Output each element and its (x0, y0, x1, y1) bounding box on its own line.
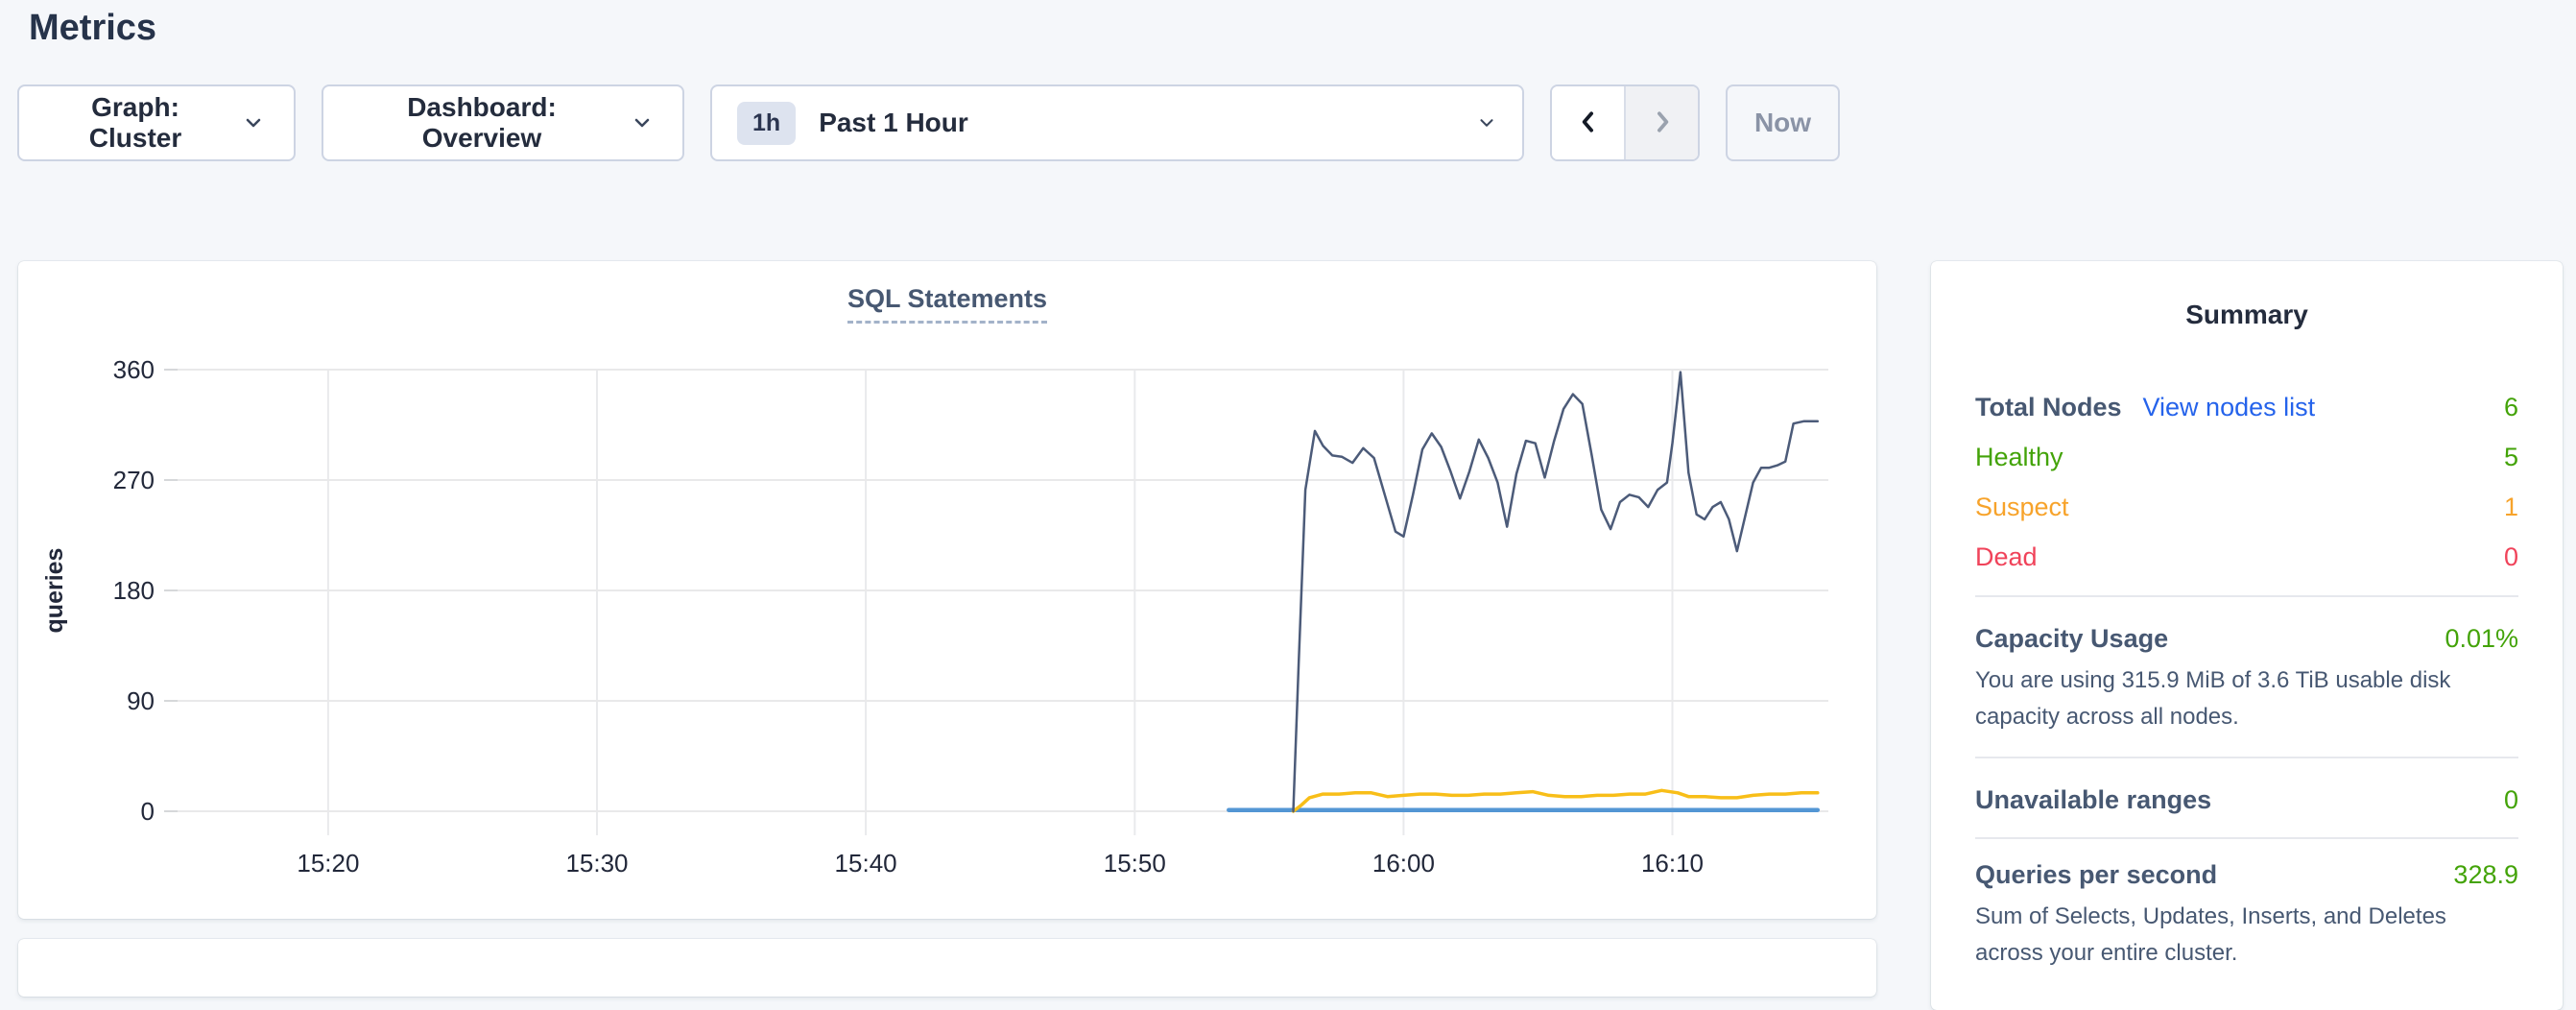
view-nodes-list-link[interactable]: View nodes list (2143, 390, 2316, 424)
time-next-button[interactable] (1624, 86, 1698, 159)
chevron-right-icon (1648, 108, 1677, 139)
chevron-down-icon (631, 111, 654, 134)
capacity-usage-value: 0.01% (2445, 622, 2518, 655)
unavailable-ranges-value: 0 (2504, 783, 2518, 816)
sql-statements-chart[interactable]: 0 90 180 270 360 15:20 15:30 15:40 15:50 16:00 16:… (18, 261, 1876, 919)
now-button[interactable]: Now (1726, 84, 1840, 161)
suspect-nodes-row: Suspect 1 (1975, 490, 2518, 524)
suspect-nodes-label: Suspect (1975, 490, 2069, 524)
suspect-nodes-value: 1 (2504, 490, 2518, 524)
capacity-usage-description: You are using 315.9 MiB of 3.6 TiB usabl… (1975, 662, 2518, 735)
metrics-page: { "page": { "title": "Metrics", "backgro… (0, 0, 2576, 950)
capacity-usage-section: Capacity Usage 0.01% You are using 315.9… (1975, 597, 2518, 735)
svg-text:270: 270 (113, 466, 155, 494)
toolbar: Graph: Cluster Dashboard: Overview 1h Pa… (17, 84, 1840, 161)
unavailable-ranges-section: Unavailable ranges 0 (1975, 758, 2518, 816)
svg-text:0: 0 (141, 797, 155, 826)
capacity-usage-label: Capacity Usage (1975, 622, 2168, 655)
time-prev-button[interactable] (1552, 86, 1624, 159)
summary-panel: Summary Total Nodes View nodes list 6 He… (1931, 261, 2563, 1010)
svg-text:16:10: 16:10 (1641, 849, 1704, 878)
time-range-label: Past 1 Hour (819, 108, 1453, 138)
queries-per-second-description: Sum of Selects, Updates, Inserts, and De… (1975, 899, 2518, 972)
healthy-nodes-label: Healthy (1975, 440, 2063, 474)
queries-per-second-section: Queries per second 328.9 Sum of Selects,… (1975, 839, 2518, 972)
svg-text:15:50: 15:50 (1104, 849, 1166, 878)
svg-text:15:30: 15:30 (565, 849, 628, 878)
chevron-down-icon (242, 111, 265, 134)
svg-text:180: 180 (113, 576, 155, 605)
queries-per-second-value: 328.9 (2453, 858, 2518, 891)
unavailable-ranges-label: Unavailable ranges (1975, 783, 2211, 816)
chart-title[interactable]: SQL Statements (18, 284, 1876, 314)
graph-dropdown[interactable]: Graph: Cluster (17, 84, 296, 161)
svg-text:queries: queries (41, 548, 68, 634)
dead-nodes-row: Dead 0 (1975, 540, 2518, 574)
next-chart-card (18, 939, 1876, 997)
total-nodes-label: Total Nodes (1975, 390, 2122, 424)
time-range-badge: 1h (737, 102, 796, 145)
dashboard-dropdown[interactable]: Dashboard: Overview (322, 84, 684, 161)
dashboard-dropdown-label: Dashboard: Overview (352, 92, 611, 154)
chevron-left-icon (1574, 108, 1603, 139)
time-range-selector[interactable]: 1h Past 1 Hour (710, 84, 1524, 161)
chevron-down-icon (1476, 112, 1497, 133)
queries-per-second-label: Queries per second (1975, 858, 2217, 891)
dead-nodes-value: 0 (2504, 540, 2518, 574)
page-title: Metrics (29, 0, 156, 56)
svg-text:360: 360 (113, 355, 155, 384)
sql-statements-chart-card: SQL Statements 0 90 180 270 360 15:20 15:30 15:… (18, 261, 1876, 919)
dead-nodes-label: Dead (1975, 540, 2038, 574)
svg-text:15:20: 15:20 (297, 849, 359, 878)
healthy-nodes-row: Healthy 5 (1975, 440, 2518, 474)
summary-title: Summary (1975, 298, 2518, 332)
time-step-buttons (1550, 84, 1700, 161)
svg-text:16:00: 16:00 (1372, 849, 1435, 878)
total-nodes-value: 6 (2504, 390, 2518, 424)
graph-dropdown-label: Graph: Cluster (48, 92, 223, 154)
node-status-list: Total Nodes View nodes list 6 Healthy 5 … (1975, 390, 2518, 574)
svg-text:15:40: 15:40 (835, 849, 897, 878)
healthy-nodes-value: 5 (2504, 440, 2518, 474)
total-nodes-row: Total Nodes View nodes list 6 (1975, 390, 2518, 424)
svg-text:90: 90 (127, 686, 155, 715)
